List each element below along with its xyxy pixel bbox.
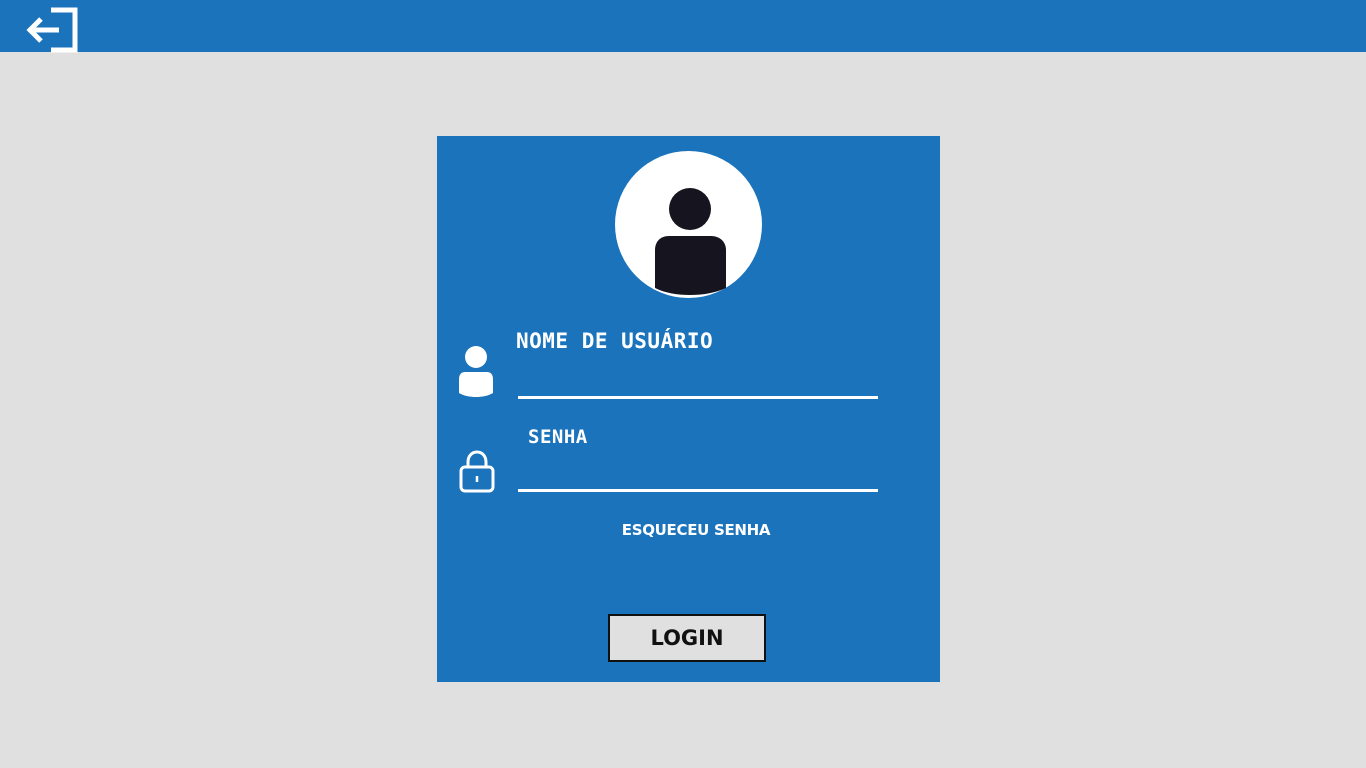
lock-icon bbox=[459, 450, 495, 493]
user-icon bbox=[459, 346, 493, 397]
login-card: NOME DE USUÁRIO SENHA ESQUECEU SENHA LOG… bbox=[437, 136, 940, 682]
username-label: NOME DE USUÁRIO bbox=[516, 329, 714, 353]
password-input[interactable] bbox=[518, 463, 878, 492]
forgot-password-link[interactable]: ESQUECEU SENHA bbox=[437, 521, 955, 539]
avatar bbox=[615, 151, 762, 298]
top-bar bbox=[0, 0, 1366, 54]
password-label: SENHA bbox=[528, 426, 588, 448]
username-input[interactable] bbox=[518, 370, 878, 399]
user-avatar-icon bbox=[655, 188, 726, 295]
login-button[interactable]: LOGIN bbox=[608, 614, 766, 662]
logout-icon[interactable] bbox=[25, 6, 79, 54]
